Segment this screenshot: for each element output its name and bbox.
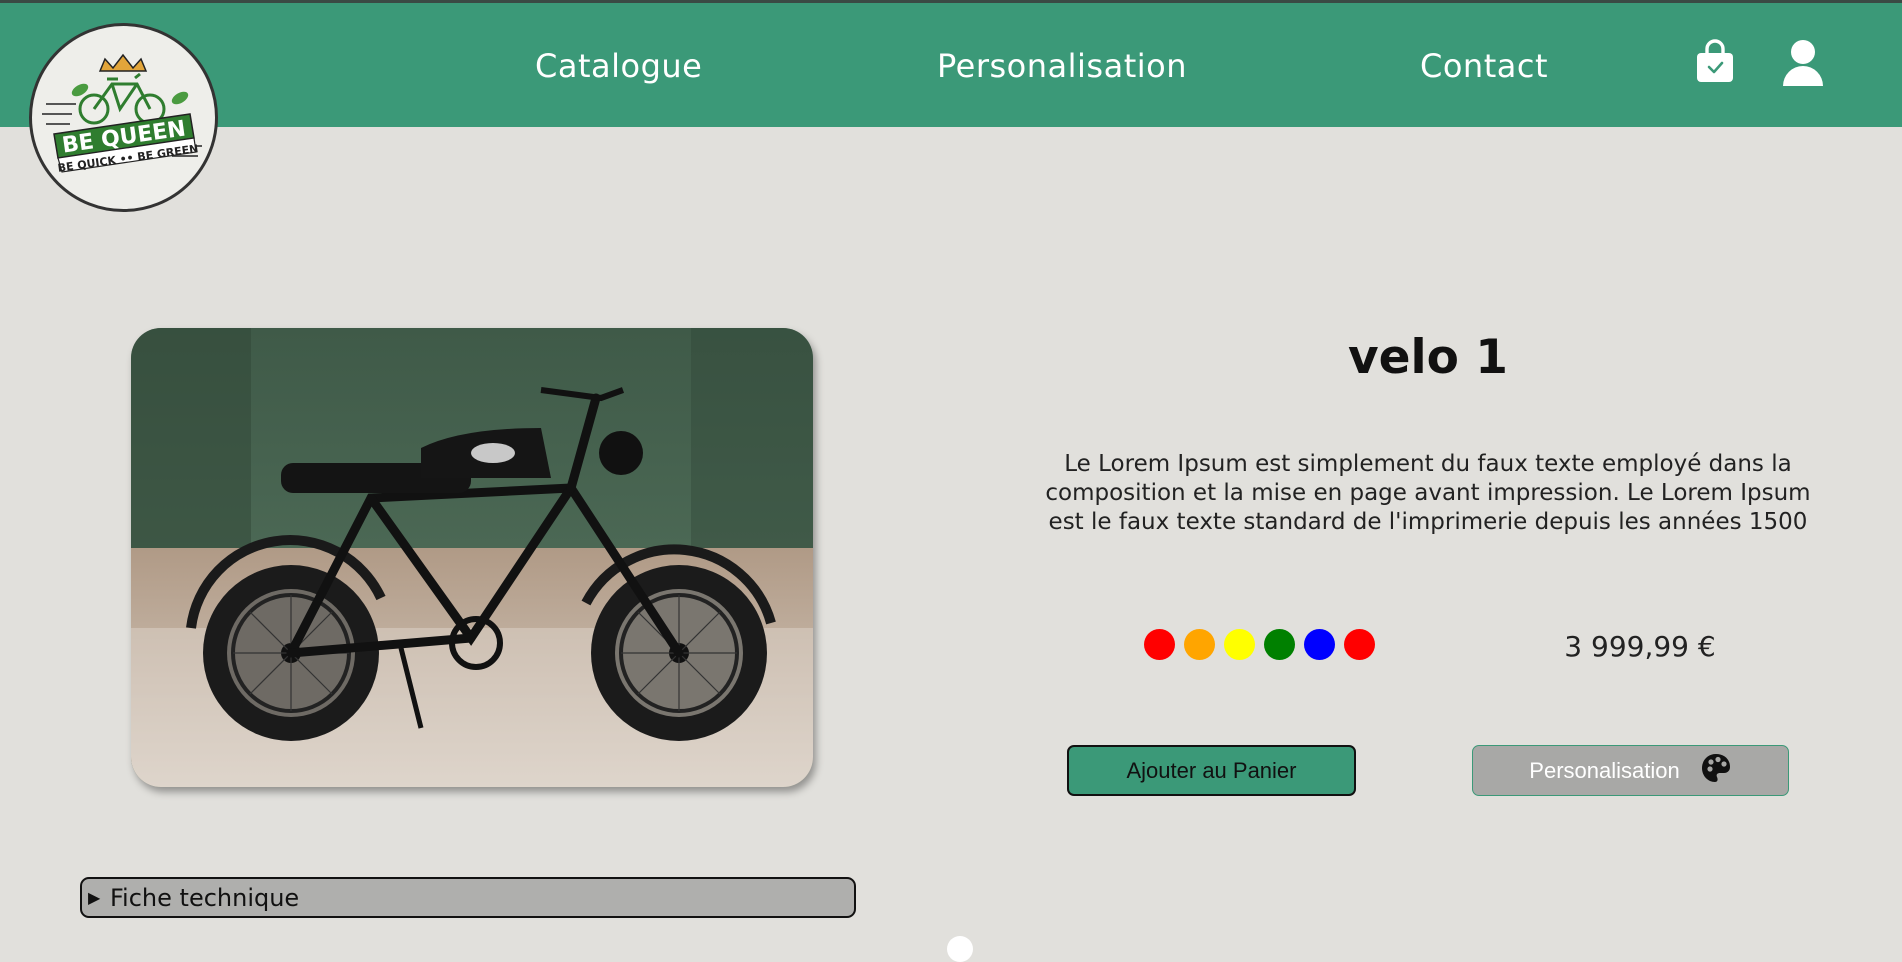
user-icon[interactable] xyxy=(1782,39,1824,87)
color-swatch-yellow[interactable] xyxy=(1224,629,1255,660)
brand-logo[interactable]: BE QUEEN BE QUICK •• BE GREEN xyxy=(29,23,218,212)
add-to-cart-label: Ajouter au Panier xyxy=(1126,757,1297,783)
color-swatch-red[interactable] xyxy=(1144,629,1175,660)
technical-sheet-toggle[interactable]: ▶ Fiche technique xyxy=(80,877,856,918)
color-swatch-orange[interactable] xyxy=(1184,629,1215,660)
nav-personalisation[interactable]: Personalisation xyxy=(937,47,1187,85)
nav-contact[interactable]: Contact xyxy=(1420,47,1548,85)
product-description: Le Lorem Ipsum est simplement du faux te… xyxy=(1045,451,1811,535)
disclosure-triangle-icon: ▶ xyxy=(88,888,101,907)
personalise-button[interactable]: Personalisation xyxy=(1472,745,1789,796)
carousel-dot[interactable] xyxy=(947,936,973,962)
palette-icon xyxy=(1700,752,1732,790)
color-swatch-blue[interactable] xyxy=(1304,629,1335,660)
product-price: 3 999,99 € xyxy=(1564,630,1716,663)
site-header: Catalogue Personalisation Contact xyxy=(0,3,1902,127)
nav-catalogue[interactable]: Catalogue xyxy=(535,47,702,85)
color-swatch-red-2[interactable] xyxy=(1344,629,1375,660)
color-swatch-green[interactable] xyxy=(1264,629,1295,660)
add-to-cart-button[interactable]: Ajouter au Panier xyxy=(1067,745,1356,796)
product-title: velo 1 xyxy=(1348,330,1508,385)
technical-sheet-label: Fiche technique xyxy=(110,883,300,912)
personalise-label: Personalisation xyxy=(1529,757,1680,783)
product-image xyxy=(131,328,813,787)
shopping-bag-check-icon[interactable] xyxy=(1696,39,1734,83)
